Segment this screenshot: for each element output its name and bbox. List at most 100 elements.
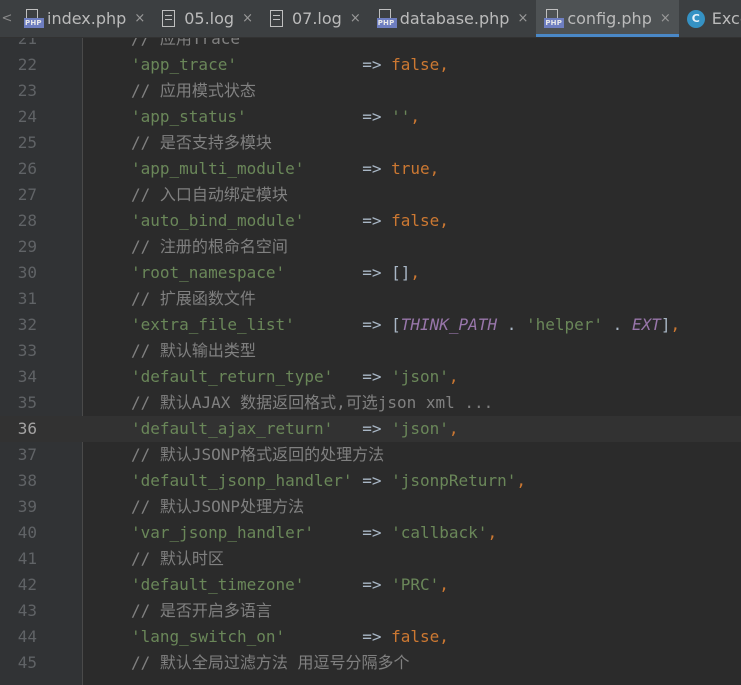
arrow-operator: => — [362, 315, 382, 334]
code-text: 'default_jsonp_handler' => 'jsonpReturn'… — [131, 468, 526, 494]
comment: // 默认输出类型 — [131, 341, 256, 360]
comma: , — [487, 523, 498, 542]
code-line: 27 // 入口自动绑定模块 — [0, 182, 741, 208]
arrow-operator: => — [362, 55, 382, 74]
comma: , — [516, 471, 526, 490]
code-text: 'root_namespace' => [], — [131, 260, 420, 286]
comma: , — [410, 263, 420, 282]
code-line: 39 // 默认JSONP处理方法 — [0, 494, 741, 520]
comma: , — [410, 107, 420, 126]
line-number: 22 — [17, 55, 37, 74]
comment: // 默认时区 — [131, 549, 224, 568]
code-line: 31 // 扩展函数文件 — [0, 286, 741, 312]
tab-exce[interactable]: C Exce — [679, 0, 741, 37]
line-number: 37 — [17, 445, 37, 464]
line-number: 34 — [17, 367, 37, 386]
config-value: false — [391, 211, 440, 230]
code-text: // 是否支持多模块 — [131, 130, 272, 156]
comment: // 是否开启多语言 — [131, 601, 272, 620]
config-value: 'PRC' — [391, 575, 440, 594]
arrow-operator: => — [362, 419, 382, 438]
config-key: 'extra_file_list' — [131, 315, 295, 334]
tab-label: 07.log — [291, 9, 342, 28]
line-number: 30 — [17, 263, 37, 282]
padding — [304, 159, 362, 178]
line-number: 25 — [17, 133, 37, 152]
line-number: 42 — [17, 575, 37, 594]
config-key: 'var_jsonp_handler' — [131, 523, 315, 542]
config-key: 'auto_bind_module' — [131, 211, 305, 230]
tab-07-log[interactable]: 07.log × — [261, 0, 369, 37]
tab-scroll-left-icon[interactable]: < — [0, 0, 14, 37]
code-text: 'extra_file_list' => [THINK_PATH . 'help… — [131, 312, 680, 338]
comma: , — [448, 419, 459, 438]
comment: // 注册的根命名空间 — [131, 237, 288, 256]
code-text: 'default_timezone' => 'PRC', — [131, 572, 449, 598]
code-editor[interactable]: 21 // 应用Trace 22 'app_trace' => false, 23 // … — [0, 38, 741, 685]
tab-database-php[interactable]: PHP database.php × — [369, 0, 537, 37]
tab-label: database.php — [399, 9, 510, 28]
code-text: // 默认JSONP处理方法 — [131, 494, 304, 520]
code-line: 21 // 应用Trace — [0, 38, 741, 52]
arrow-operator: => — [362, 107, 382, 126]
config-key: 'default_jsonp_handler' — [131, 471, 353, 490]
arrow-operator: => — [362, 627, 382, 646]
code-text: // 默认AJAX 数据返回格式,可选json xml ... — [131, 390, 493, 416]
padding — [304, 211, 362, 230]
config-key: 'lang_switch_on' — [131, 627, 286, 646]
config-value: 'json' — [391, 419, 449, 438]
config-key: 'default_timezone' — [131, 575, 305, 594]
comment: // 扩展函数文件 — [131, 289, 256, 308]
config-key: 'default_return_type' — [131, 367, 334, 386]
code-text: 'app_multi_module' => true, — [131, 156, 439, 182]
padding — [295, 315, 362, 334]
tab-list: PHP index.php × 05.log × 07.log × PHP database.p… — [16, 0, 741, 37]
line-number: 33 — [17, 341, 37, 360]
code-line: 38 'default_jsonp_handler' => 'jsonpRetur… — [0, 468, 741, 494]
line-number: 41 — [17, 549, 37, 568]
close-icon[interactable]: × — [350, 11, 361, 26]
line-number: 29 — [17, 237, 37, 256]
comment: // 默认JSONP处理方法 — [131, 497, 305, 516]
code-text: // 应用模式状态 — [131, 78, 256, 104]
comma: , — [439, 627, 449, 646]
config-value: '' — [391, 107, 411, 126]
close-icon[interactable]: × — [517, 11, 528, 26]
config-key: 'default_ajax_return' — [131, 419, 334, 438]
code-line: 26 'app_multi_module' => true, — [0, 156, 741, 182]
constant: THINK_PATH — [400, 315, 498, 334]
code-text: // 扩展函数文件 — [131, 286, 256, 312]
code-text: // 默认全局过滤方法 用逗号分隔多个 — [131, 650, 410, 676]
arrow-operator: => — [362, 211, 382, 230]
code-text: 'default_ajax_return' => 'json', — [131, 416, 459, 442]
padding — [285, 263, 362, 282]
padding — [314, 523, 362, 542]
tab-index-php[interactable]: PHP index.php × — [16, 0, 153, 37]
code-text: 'app_status' => '', — [131, 104, 420, 130]
code-line: 32 'extra_file_list' => [THINK_PATH . 'he… — [0, 312, 741, 338]
editor-tab-bar: < PHP index.php × 05.log × 07.log × PHP database… — [0, 0, 741, 38]
code-line: 35 // 默认AJAX 数据返回格式,可选json xml ... — [0, 390, 741, 416]
line-number: 26 — [17, 159, 37, 178]
log-file-sheet — [162, 9, 176, 27]
tab-config-php[interactable]: PHP config.php × — [536, 0, 680, 37]
config-value: 'jsonpReturn' — [391, 471, 517, 490]
padding — [285, 627, 362, 646]
php-badge: PHP — [544, 17, 565, 28]
current-code-line: 36 'default_ajax_return' => 'json', — [0, 416, 741, 442]
code-text: // 默认输出类型 — [131, 338, 256, 364]
php-file-icon: PHP — [24, 8, 44, 29]
close-icon[interactable]: × — [242, 11, 253, 26]
close-icon[interactable]: × — [660, 11, 671, 26]
close-icon[interactable]: × — [134, 11, 145, 26]
code-line: 45 // 默认全局过滤方法 用逗号分隔多个 — [0, 650, 741, 676]
comment: // 默认全局过滤方法 用逗号分隔多个 — [131, 653, 410, 672]
code-line: 44 'lang_switch_on' => false, — [0, 624, 741, 650]
tab-05-log[interactable]: 05.log × — [153, 0, 261, 37]
